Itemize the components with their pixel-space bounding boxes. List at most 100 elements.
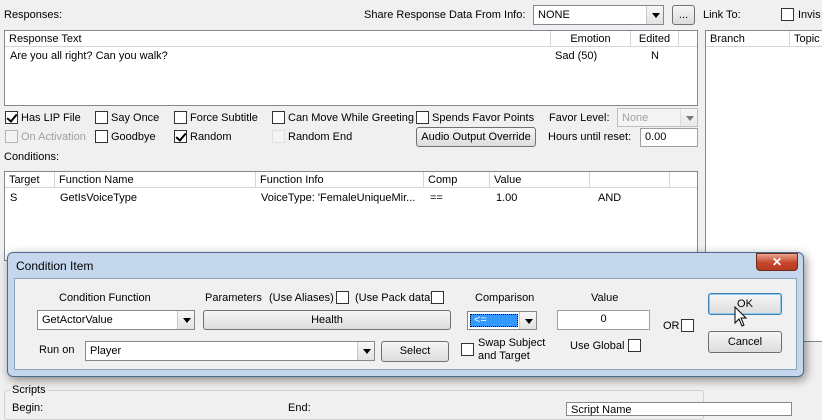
swap-subject-label: Swap Subject <box>478 337 546 349</box>
favor-level-label: Favor Level: <box>549 112 610 124</box>
favor-level-value: None <box>622 112 649 124</box>
column-edited[interactable]: Edited <box>631 31 679 47</box>
use-pack-data-checkbox[interactable] <box>431 291 444 304</box>
value-label: Value <box>591 292 619 304</box>
end-label: End: <box>288 402 311 414</box>
force-subtitle-checkbox[interactable] <box>174 111 187 124</box>
has-lip-file-checkbox[interactable] <box>5 111 18 124</box>
swap-subject-checkbox[interactable] <box>461 343 474 356</box>
chevron-down-icon[interactable] <box>177 311 194 329</box>
column-emotion[interactable]: Emotion <box>551 31 631 47</box>
condition-item-dialog: Condition Item ✕ Condition Function GetA… <box>7 252 804 377</box>
column-comp[interactable]: Comp <box>424 172 490 188</box>
comparison-label: Comparison <box>475 292 535 304</box>
use-global-label: Use Global <box>570 340 625 352</box>
responses-label: Responses: <box>4 9 63 21</box>
scripts-label: Scripts <box>10 383 48 397</box>
share-response-combo[interactable]: NONE <box>533 5 664 25</box>
invisible-checkbox[interactable] <box>781 8 794 21</box>
can-move-checkbox[interactable] <box>272 111 285 124</box>
random-end-label: Random End <box>288 131 353 143</box>
chevron-down-icon[interactable] <box>519 312 536 329</box>
chevron-down-icon[interactable] <box>680 109 697 126</box>
emotion-cell: Sad (50) <box>555 50 598 62</box>
column-function-name[interactable]: Function Name <box>55 172 256 188</box>
use-aliases-checkbox[interactable] <box>336 291 349 304</box>
conditions-label: Conditions: <box>4 151 60 163</box>
close-icon[interactable]: ✕ <box>756 253 798 271</box>
run-on-label: Run on <box>39 344 75 356</box>
on-activation-label: On Activation <box>21 131 86 143</box>
goodbye-label: Goodbye <box>111 131 156 143</box>
parameter-button[interactable]: Health <box>203 310 451 330</box>
goodbye-checkbox[interactable] <box>95 130 108 143</box>
begin-label: Begin: <box>12 402 44 414</box>
link-to-list-header: Branch Topic <box>706 31 822 47</box>
run-on-combo[interactable]: Player <box>85 341 375 361</box>
value-field[interactable]: 0 <box>557 310 650 330</box>
table-row[interactable]: Are you all right? Can you walk? Sad (50… <box>5 48 697 62</box>
column-topic[interactable]: Topic <box>790 31 822 47</box>
say-once-checkbox[interactable] <box>95 111 108 124</box>
column-response-text[interactable]: Response Text <box>5 31 551 47</box>
responses-list[interactable]: Response Text Emotion Edited Are you all… <box>4 30 698 106</box>
has-lip-file-label: Has LIP File <box>21 112 81 124</box>
comparison-combo[interactable]: <= <box>467 311 537 330</box>
logic-cell: AND <box>598 192 622 204</box>
target-cell: S <box>10 192 18 204</box>
share-browse-button[interactable]: ... <box>672 5 695 25</box>
spends-favor-checkbox[interactable] <box>416 111 429 124</box>
conditions-list[interactable]: Target Function Name Function Info Comp … <box>4 171 698 261</box>
column-branch[interactable]: Branch <box>706 31 790 47</box>
audio-output-override-button[interactable]: Audio Output Override <box>416 127 536 147</box>
use-pack-data-label: (Use Pack data) <box>355 292 434 304</box>
column-script-name[interactable]: Script Name <box>571 403 632 417</box>
or-checkbox[interactable] <box>681 319 694 332</box>
column-function-info[interactable]: Function Info <box>256 172 424 188</box>
function-name-cell: GetIsVoiceType <box>60 192 138 204</box>
favor-level-combo[interactable]: None <box>617 108 698 127</box>
use-aliases-label: (Use Aliases) <box>269 292 334 304</box>
random-label: Random <box>190 131 232 143</box>
share-response-value: NONE <box>538 9 570 21</box>
column-target[interactable]: Target <box>5 172 55 188</box>
comp-cell: == <box>430 192 443 204</box>
swap-subject-label-line2: and Target <box>478 350 530 362</box>
say-once-label: Say Once <box>111 112 160 124</box>
script-name-list[interactable]: Script Name <box>566 402 792 416</box>
condition-function-label: Condition Function <box>59 292 151 304</box>
share-response-label: Share Response Data From Info: <box>364 9 526 21</box>
dialog-title: Condition Item <box>16 259 94 273</box>
column-value[interactable]: Value <box>490 172 590 188</box>
function-info-cell: VoiceType: 'FemaleUniqueMir... <box>261 192 416 204</box>
chevron-down-icon[interactable] <box>357 342 374 360</box>
random-checkbox[interactable] <box>174 130 187 143</box>
spends-favor-label: Spends Favor Points <box>432 112 535 124</box>
column-logic[interactable] <box>590 172 670 188</box>
table-row[interactable]: S GetIsVoiceType VoiceType: 'FemaleUniqu… <box>5 190 697 204</box>
force-subtitle-label: Force Subtitle <box>190 112 258 124</box>
condition-function-value: GetActorValue <box>42 314 113 326</box>
hours-until-reset-field[interactable]: 0.00 <box>640 128 698 147</box>
on-activation-checkbox[interactable] <box>5 130 18 143</box>
value-cell: 1.00 <box>496 192 518 204</box>
responses-list-header: Response Text Emotion Edited <box>5 31 697 47</box>
mouse-cursor-icon <box>734 306 748 327</box>
condition-function-combo[interactable]: GetActorValue <box>37 310 195 330</box>
use-global-checkbox[interactable] <box>628 339 641 352</box>
invisible-label: Invis <box>798 9 821 21</box>
chevron-down-icon[interactable] <box>646 6 663 24</box>
response-text-cell: Are you all right? Can you walk? <box>10 50 168 62</box>
comparison-value: <= <box>474 314 487 326</box>
can-move-label: Can Move While Greeting <box>288 112 414 124</box>
select-button[interactable]: Select <box>381 341 449 362</box>
run-on-value: Player <box>90 345 122 357</box>
dialog-body: Condition Function GetActorValue Paramet… <box>14 278 797 370</box>
random-end-checkbox[interactable] <box>272 130 285 143</box>
parameters-label: Parameters <box>205 292 262 304</box>
edited-cell: N <box>651 50 659 62</box>
conditions-list-header: Target Function Name Function Info Comp … <box>5 172 697 188</box>
or-label: OR <box>663 320 680 332</box>
cancel-button[interactable]: Cancel <box>708 331 782 353</box>
link-to-label: Link To: <box>703 9 741 21</box>
